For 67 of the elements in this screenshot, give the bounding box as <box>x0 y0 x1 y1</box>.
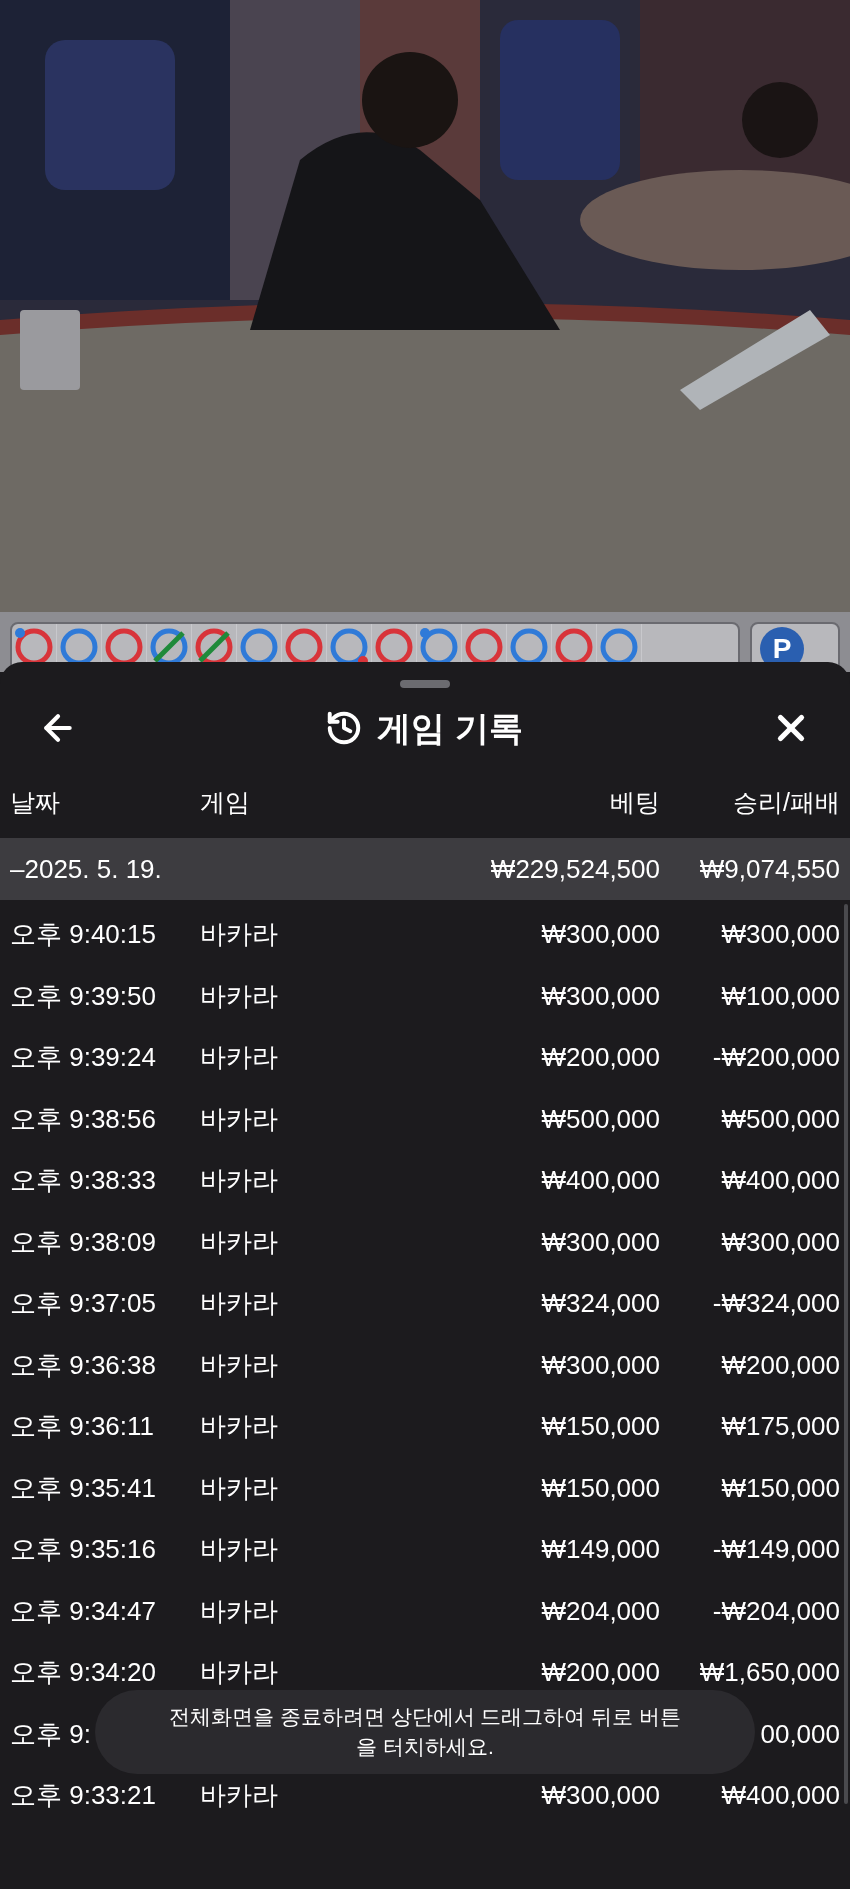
group-bet-total: ₩229,524,500 <box>490 852 660 886</box>
column-header: 베팅 <box>610 787 660 819</box>
game-cell-text: 바카라 <box>200 1410 279 1444</box>
sheet-title: 게임 기록 <box>377 707 523 749</box>
time-cell-text: 오후 9:34:20 <box>10 1656 157 1690</box>
bet-cell-text: ₩300,000 <box>541 918 660 952</box>
bet-cell-text: ₩204,000 <box>541 1594 660 1628</box>
result-cell-text: ₩400,000 <box>721 1779 840 1813</box>
bet-cell-text: ₩500,000 <box>541 1102 660 1136</box>
time-cell-text: 오후 9:39:50 <box>10 979 157 1013</box>
game-cell-text: 바카라 <box>200 1041 279 1075</box>
time-cell-text: 오후 9:38:56 <box>10 1102 157 1136</box>
result-cell-text: ₩500,000 <box>721 1102 840 1136</box>
game-cell-text: 바카라 <box>200 1594 279 1628</box>
drag-handle[interactable] <box>400 680 450 688</box>
result-cell-text: 00,000 <box>760 1717 840 1751</box>
time-cell-text: 오후 9:39:24 <box>10 1041 157 1075</box>
bet-cell-text: ₩200,000 <box>541 1041 660 1075</box>
time-cell-text: 오후 9:34:47 <box>10 1594 157 1628</box>
time-cell-text: 오후 9:36:38 <box>10 1348 157 1382</box>
group-date: –2025. 5. 19. <box>10 852 163 886</box>
result-cell-text: ₩200,000 <box>721 1348 840 1382</box>
result-cell-text: ₩100,000 <box>721 979 840 1013</box>
column-header: 승리/패배 <box>733 787 840 819</box>
time-cell-text: 오후 9:40:15 <box>10 918 157 952</box>
game-cell-text: 바카라 <box>200 1348 279 1382</box>
bet-cell-text: ₩300,000 <box>541 979 660 1013</box>
result-cell-text: ₩1,650,000 <box>699 1656 840 1690</box>
bet-cell-text: ₩300,000 <box>541 1779 660 1813</box>
time-cell-text: 오후 9:36:11 <box>10 1410 156 1444</box>
game-cell-text: 바카라 <box>200 1471 279 1505</box>
bet-cell-text: ₩324,000 <box>541 1287 660 1321</box>
result-cell-text: ₩300,000 <box>721 1225 840 1259</box>
bet-cell-text: ₩149,000 <box>541 1533 660 1567</box>
column-header: 날짜 <box>10 787 60 819</box>
game-cell-text: 바카라 <box>200 1225 279 1259</box>
result-cell-text: -₩149,000 <box>712 1533 840 1567</box>
time-cell-text: 오후 9:33:21 <box>10 1779 157 1813</box>
bet-cell-text: ₩150,000 <box>541 1410 660 1444</box>
game-cell-text: 바카라 <box>200 1779 279 1813</box>
bet-cell-text: ₩300,000 <box>541 1225 660 1259</box>
time-cell-text: 오후 9:35:16 <box>10 1533 157 1567</box>
result-cell-text: ₩150,000 <box>721 1471 840 1505</box>
game-cell-text: 바카라 <box>200 1102 279 1136</box>
fullscreen-toast: 전체화면을 종료하려면 상단에서 드래그하여 뒤로 버튼을 터치하세요. <box>95 1690 755 1774</box>
time-cell-text: 오후 9:38:09 <box>10 1225 157 1259</box>
result-cell-text: -₩324,000 <box>712 1287 840 1321</box>
result-cell-text: -₩200,000 <box>712 1041 840 1075</box>
bet-cell-text: ₩150,000 <box>541 1471 660 1505</box>
game-cell-text: 바카라 <box>200 979 279 1013</box>
game-cell-text: 바카라 <box>200 1164 279 1198</box>
time-cell-text: 오후 9:37:05 <box>10 1287 157 1321</box>
bet-cell-text: ₩200,000 <box>541 1656 660 1690</box>
time-cell-text: 오후 9:35:41 <box>10 1471 157 1505</box>
game-cell-text: 바카라 <box>200 1287 279 1321</box>
result-cell-text: ₩175,000 <box>721 1410 840 1444</box>
column-header: 게임 <box>200 787 250 819</box>
game-cell-text: 바카라 <box>200 1656 279 1690</box>
bet-cell-text: ₩300,000 <box>541 1348 660 1382</box>
result-cell-text: ₩400,000 <box>721 1164 840 1198</box>
group-result-total: ₩9,074,550 <box>699 852 840 886</box>
result-cell-text: ₩300,000 <box>721 918 840 952</box>
result-cell-text: -₩204,000 <box>712 1594 840 1628</box>
game-cell-text: 바카라 <box>200 918 279 952</box>
time-cell-text: 오후 9:38:33 <box>10 1164 157 1198</box>
game-cell-text: 바카라 <box>200 1533 279 1567</box>
bet-cell-text: ₩400,000 <box>541 1164 660 1198</box>
